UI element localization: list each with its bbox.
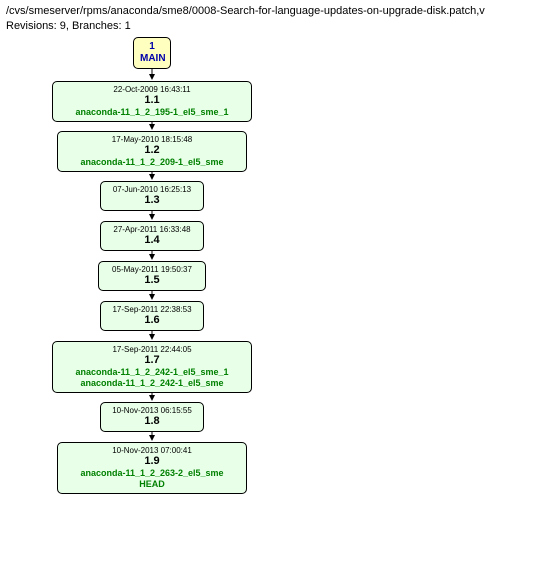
revision-head: HEAD xyxy=(64,479,240,490)
branch-label: MAIN xyxy=(140,53,164,65)
revision-date: 07-Jun-2010 16:25:13 xyxy=(107,185,197,195)
revision-tag: anaconda-11_1_2_195-1_el5_sme_1 xyxy=(59,107,245,118)
revision-date: 17-Sep-2011 22:44:05 xyxy=(59,345,245,355)
revision-1-9[interactable]: 10-Nov-2013 07:00:41 1.9 anaconda-11_1_2… xyxy=(57,442,247,494)
revision-number: 1.5 xyxy=(105,274,199,287)
revision-date: 10-Nov-2013 07:00:41 xyxy=(64,446,240,456)
revision-1-1[interactable]: 22-Oct-2009 16:43:11 1.1 anaconda-11_1_2… xyxy=(52,81,252,123)
revision-number: 1.1 xyxy=(59,94,245,107)
revision-number: 1.4 xyxy=(107,234,197,247)
revision-tag: anaconda-11_1_2_209-1_el5_sme xyxy=(64,157,240,168)
revision-1-5[interactable]: 05-May-2011 19:50:37 1.5 xyxy=(98,261,206,292)
revision-number: 1.7 xyxy=(59,354,245,367)
revision-1-7[interactable]: 17-Sep-2011 22:44:05 1.7 anaconda-11_1_2… xyxy=(52,341,252,393)
revision-number: 1.9 xyxy=(64,455,240,468)
revision-1-8[interactable]: 10-Nov-2013 06:15:55 1.8 xyxy=(100,402,204,433)
revision-date: 10-Nov-2013 06:15:55 xyxy=(107,406,197,416)
revision-number: 1.2 xyxy=(64,144,240,157)
revision-1-2[interactable]: 17-May-2010 18:15:48 1.2 anaconda-11_1_2… xyxy=(57,131,247,173)
revision-1-6[interactable]: 17-Sep-2011 22:38:53 1.6 xyxy=(100,301,204,332)
branch-index: 1 xyxy=(140,41,164,53)
revision-tag: anaconda-11_1_2_242-1_el5_sme xyxy=(59,378,245,389)
revision-number: 1.8 xyxy=(107,415,197,428)
revision-number: 1.6 xyxy=(107,314,197,327)
header: /cvs/smeserver/rpms/anaconda/sme8/0008-S… xyxy=(0,0,560,34)
revision-date: 17-Sep-2011 22:38:53 xyxy=(107,305,197,315)
revision-date: 17-May-2010 18:15:48 xyxy=(64,135,240,145)
revision-tag: anaconda-11_1_2_242-1_el5_sme_1 xyxy=(59,367,245,378)
revision-date: 27-Apr-2011 16:33:48 xyxy=(107,225,197,235)
file-path: /cvs/smeserver/rpms/anaconda/sme8/0008-S… xyxy=(6,4,554,19)
branch-main[interactable]: 1 MAIN xyxy=(133,37,171,69)
revision-tag: anaconda-11_1_2_263-2_el5_sme xyxy=(64,468,240,479)
revision-1-3[interactable]: 07-Jun-2010 16:25:13 1.3 xyxy=(100,181,204,212)
revision-count: Revisions: 9, Branches: 1 xyxy=(6,19,554,34)
revision-date: 05-May-2011 19:50:37 xyxy=(105,265,199,275)
revision-number: 1.3 xyxy=(107,194,197,207)
revision-date: 22-Oct-2009 16:43:11 xyxy=(59,85,245,95)
revision-1-4[interactable]: 27-Apr-2011 16:33:48 1.4 xyxy=(100,221,204,252)
